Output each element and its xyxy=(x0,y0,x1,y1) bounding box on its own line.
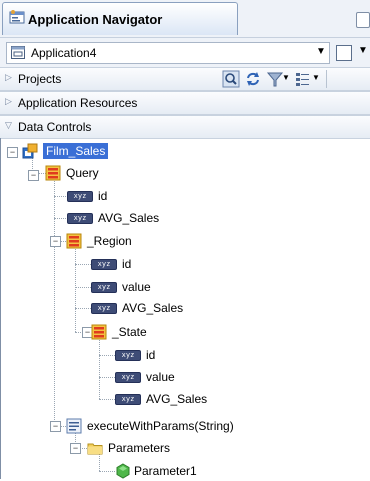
collection-icon xyxy=(66,233,82,249)
attribute-icon: xyz xyxy=(91,258,117,270)
collapse-toggle[interactable]: − xyxy=(28,170,39,181)
application-menu-icon xyxy=(336,45,352,61)
tree-node-label: AVG_Sales xyxy=(98,211,160,225)
application-selector[interactable]: Application4 ▼ xyxy=(6,42,330,64)
tree-connector xyxy=(99,377,115,378)
collection-icon xyxy=(45,165,61,181)
expanded-triangle-icon: ▽ xyxy=(5,120,12,130)
panel-title: Application Navigator xyxy=(28,12,163,27)
projects-panel-header[interactable]: ▷ Projects ▼ ▼ xyxy=(0,67,370,91)
tree-node-label: _Region xyxy=(87,234,132,248)
tree-connector xyxy=(99,399,115,400)
collection-icon xyxy=(91,324,107,340)
attribute-icon: xyz xyxy=(67,212,93,224)
tree-connector xyxy=(75,287,91,288)
collapsed-triangle-icon: ▷ xyxy=(5,96,12,106)
application-resources-panel-header[interactable]: ▷ Application Resources xyxy=(0,91,370,115)
collapse-toggle[interactable]: − xyxy=(70,443,81,454)
search-icon[interactable] xyxy=(222,70,240,88)
tree-connector xyxy=(75,308,91,309)
tree-node-label: Parameters xyxy=(108,441,171,455)
tree-node-method[interactable]: executeWithParams(String) xyxy=(66,416,234,436)
data-control-icon xyxy=(22,143,38,159)
tree-connector xyxy=(54,196,68,197)
tree-node-film-sales[interactable]: Film_Sales xyxy=(22,141,109,161)
navigator-tabstrip: Application Navigator xyxy=(0,0,370,38)
application-selector-row: Application4 ▼ ▼ xyxy=(0,38,370,67)
tree-connector xyxy=(75,264,91,265)
tree-node-label: id xyxy=(98,189,108,203)
attribute-icon: xyz xyxy=(115,393,141,405)
tree-node-label: AVG_Sales xyxy=(146,392,208,406)
folder-icon xyxy=(87,443,103,455)
sort-dropdown-icon[interactable]: ▼ xyxy=(312,73,330,91)
tree-node-attribute[interactable]: xyz value xyxy=(91,277,151,297)
sort-options-icon[interactable] xyxy=(294,70,312,88)
parameter-icon xyxy=(116,463,130,479)
tree-connector xyxy=(54,218,68,219)
chevron-down-icon: ▼ xyxy=(316,46,326,57)
tree-connector xyxy=(99,338,100,399)
projects-label: Projects xyxy=(18,72,62,86)
tree-node-label: id xyxy=(146,348,156,362)
chevron-down-icon: ▼ xyxy=(358,45,368,56)
toolbar-divider xyxy=(326,70,327,88)
tree-node-parameters[interactable]: Parameters xyxy=(87,438,170,458)
attribute-icon: xyz xyxy=(91,281,117,293)
tree-node-attribute[interactable]: xyz id xyxy=(115,345,155,365)
tree-node-label: value xyxy=(146,370,175,384)
tree-node-label: executeWithParams(String) xyxy=(87,419,234,433)
application-navigator-icon xyxy=(9,10,25,24)
tree-node-label: AVG_Sales xyxy=(122,301,184,315)
tree-node-region[interactable]: _Region xyxy=(66,231,132,251)
attribute-icon: xyz xyxy=(91,302,117,314)
attribute-icon: xyz xyxy=(115,349,141,361)
data-controls-tree: − Film_Sales − Query xyz id xyz AVG_Sale… xyxy=(0,138,370,479)
tree-node-state[interactable]: _State xyxy=(91,322,147,342)
tree-node-attribute[interactable]: xyz id xyxy=(67,186,107,206)
tree-node-attribute[interactable]: xyz id xyxy=(91,254,131,274)
tree-node-query[interactable]: Query xyxy=(45,163,99,183)
tree-node-label: Film_Sales xyxy=(43,143,109,159)
application-navigator-tab[interactable]: Application Navigator xyxy=(2,2,238,35)
attribute-icon: xyz xyxy=(67,190,93,202)
application-resources-label: Application Resources xyxy=(18,96,138,110)
tree-connector xyxy=(75,247,76,308)
tree-node-attribute[interactable]: xyz AVG_Sales xyxy=(67,208,159,228)
tree-node-label: id xyxy=(122,257,132,271)
tree-node-attribute[interactable]: xyz AVG_Sales xyxy=(115,389,207,409)
tree-node-label: value xyxy=(122,280,151,294)
restore-window-button[interactable] xyxy=(356,12,370,28)
tree-node-parameter[interactable]: Parameter1 xyxy=(115,461,197,481)
collapse-toggle[interactable]: − xyxy=(50,421,61,432)
application-icon xyxy=(11,46,25,59)
tree-node-attribute[interactable]: xyz value xyxy=(115,367,175,387)
data-controls-panel-header[interactable]: ▽ Data Controls xyxy=(0,115,370,139)
application-menu-button[interactable]: ▼ xyxy=(334,43,370,63)
data-controls-label: Data Controls xyxy=(18,120,92,134)
collapsed-triangle-icon: ▷ xyxy=(5,72,12,82)
application-selector-value: Application4 xyxy=(31,46,97,60)
attribute-icon: xyz xyxy=(115,371,141,383)
tree-connector xyxy=(75,308,76,332)
tree-connector xyxy=(99,355,115,356)
method-icon xyxy=(66,418,82,434)
tree-node-label: Parameter1 xyxy=(134,464,197,478)
tree-connector xyxy=(99,471,115,472)
collapse-toggle[interactable]: − xyxy=(7,147,18,158)
sync-icon[interactable] xyxy=(244,70,262,88)
collapse-toggle[interactable]: − xyxy=(50,236,61,247)
tree-node-attribute[interactable]: xyz AVG_Sales xyxy=(91,298,183,318)
tree-node-label: Query xyxy=(66,166,99,180)
tree-node-label: _State xyxy=(112,325,147,339)
